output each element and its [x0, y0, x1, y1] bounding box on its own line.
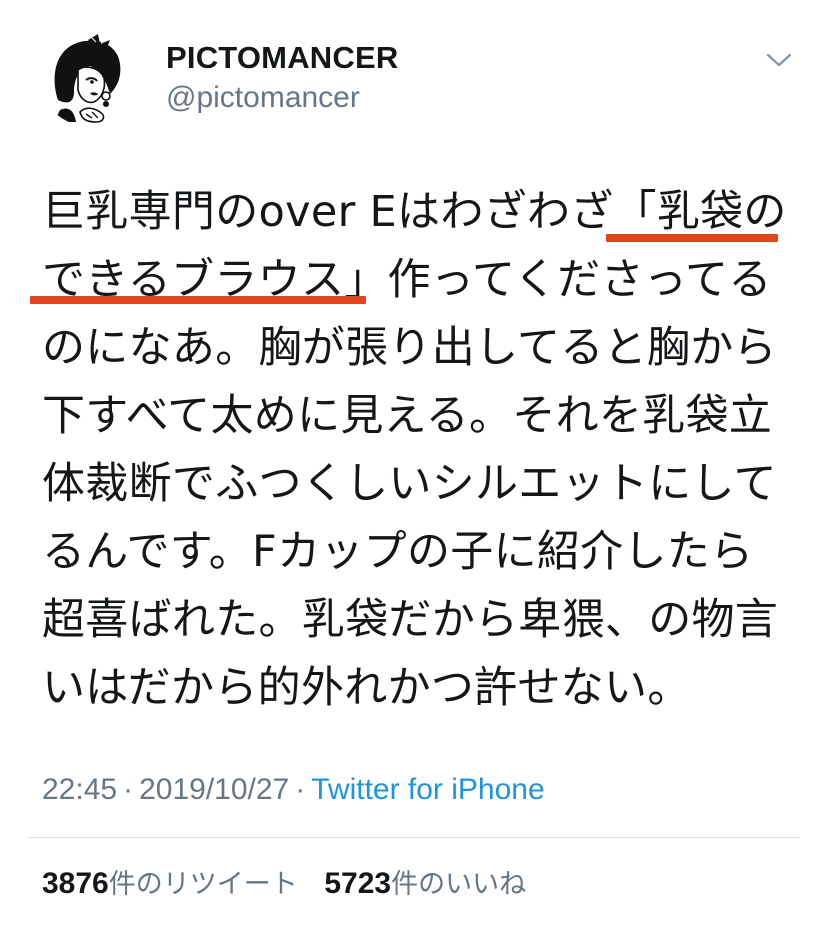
like-count-stat[interactable]: 5723件のいいね	[324, 864, 526, 905]
tweet-line: 下すべて太めに見える。それを乳袋立	[42, 391, 773, 441]
tweet-source-link[interactable]: Twitter for iPhone	[311, 773, 544, 806]
highlight-underline	[30, 296, 366, 304]
tweet-stats: 3876件のリツイート 5723件のいいね	[42, 864, 544, 905]
user-handle[interactable]: @pictomancer	[166, 80, 360, 116]
meta-separator: ·	[123, 773, 134, 806]
retweet-count-stat[interactable]: 3876件のリツイート	[42, 864, 298, 905]
like-label: 件のいいね	[391, 869, 527, 900]
retweet-count: 3876	[42, 867, 109, 900]
tweet-time[interactable]: 22:45	[42, 773, 117, 806]
like-count: 5723	[324, 867, 392, 900]
tweet-line: いはだから的外れかつ許せない。	[42, 663, 691, 713]
avatar[interactable]	[40, 30, 136, 126]
tweet-date[interactable]: 2019/10/27	[139, 773, 289, 806]
illustrated-woman-avatar-icon	[40, 30, 136, 126]
tweet-line: 体裁断でふつくしいシルエットにして	[42, 459, 777, 509]
divider	[28, 837, 800, 838]
tweet-line: 超喜ばれた。乳袋だから卑猥、の物言	[42, 595, 779, 645]
chevron-down-icon	[766, 53, 792, 67]
tweet-line: のになあ。胸が張り出してると胸から	[42, 323, 777, 373]
display-name[interactable]: PICTOMANCER	[166, 40, 398, 76]
tweet-meta: 22:45 · 2019/10/27 · Twitter for iPhone	[42, 770, 545, 810]
highlight-underline	[606, 234, 778, 242]
retweet-label: 件のリツイート	[108, 869, 298, 900]
tweet-menu-button[interactable]	[766, 50, 792, 70]
tweet-line: るんです。Fカップの子に紹介したら	[42, 527, 754, 577]
tweet-text: 巨乳専門のover Eはわざわざ「乳袋の できるブラウス」作ってくださってる の…	[42, 178, 802, 722]
meta-separator: ·	[295, 773, 306, 806]
